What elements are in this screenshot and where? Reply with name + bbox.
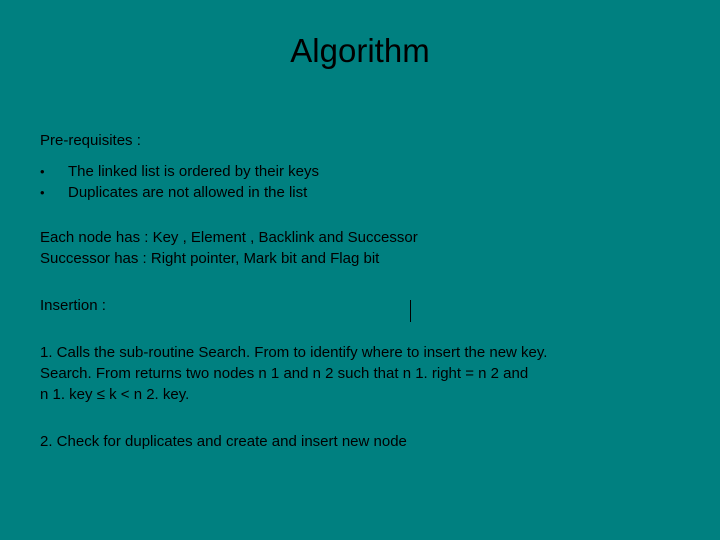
successor-description: Successor has : Right pointer, Mark bit … [40, 248, 680, 269]
slide-body: Pre-requisites : • The linked list is or… [40, 130, 680, 452]
text-cursor-icon [410, 300, 411, 322]
step-line: n 1. key ≤ k < n 2. key. [40, 384, 680, 405]
node-description: Each node has : Key , Element , Backlink… [40, 227, 680, 248]
bullet-item: • The linked list is ordered by their ke… [40, 161, 680, 182]
bullet-item: • Duplicates are not allowed in the list [40, 182, 680, 203]
step-line: Search. From returns two nodes n 1 and n… [40, 363, 680, 384]
bullet-dot-icon: • [40, 163, 68, 181]
insertion-label: Insertion : [40, 295, 680, 316]
bullet-text: Duplicates are not allowed in the list [68, 182, 307, 203]
slide-title: Algorithm [0, 32, 720, 70]
step-line: 2. Check for duplicates and create and i… [40, 431, 680, 452]
prerequisites-label: Pre-requisites : [40, 130, 680, 151]
bullet-text: The linked list is ordered by their keys [68, 161, 319, 182]
bullet-dot-icon: • [40, 184, 68, 202]
slide: Algorithm Pre-requisites : • The linked … [0, 0, 720, 540]
step-line: 1. Calls the sub-routine Search. From to… [40, 342, 680, 363]
